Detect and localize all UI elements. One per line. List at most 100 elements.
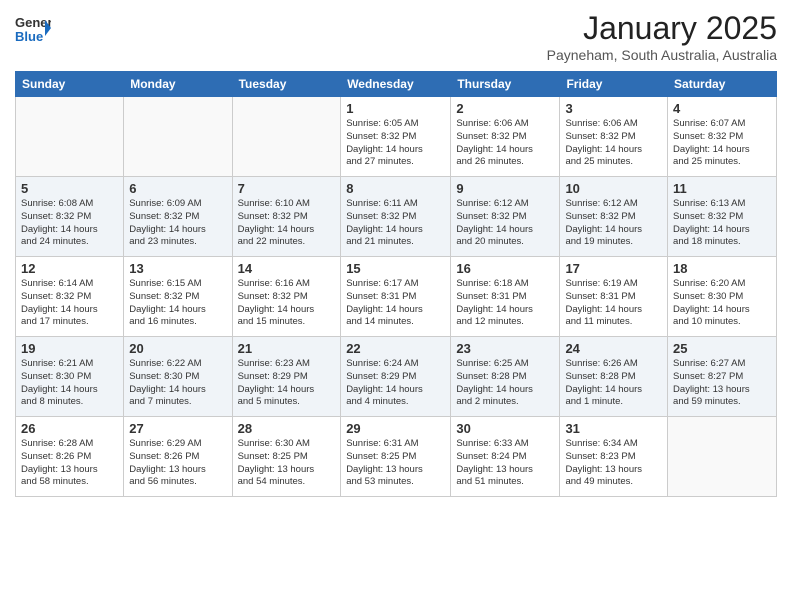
day-info: Sunrise: 6:34 AM Sunset: 8:23 PM Dayligh…	[565, 438, 662, 489]
day-info: Sunrise: 6:31 AM Sunset: 8:25 PM Dayligh…	[346, 438, 445, 489]
subtitle: Payneham, South Australia, Australia	[547, 47, 777, 63]
calendar-cell: 16 Sunrise: 6:18 AM Sunset: 8:31 PM Dayli…	[451, 257, 560, 337]
day-info: Sunrise: 6:14 AM Sunset: 8:32 PM Dayligh…	[21, 278, 118, 329]
calendar-cell: 5Sunrise: 6:08 AM Sunset: 8:32 PM Daylig…	[16, 177, 124, 257]
day-number: 1	[346, 101, 445, 116]
day-number: 2	[456, 101, 554, 116]
day-info: Sunrise: 6:12 AM Sunset: 8:32 PM Dayligh…	[456, 198, 554, 249]
calendar-cell: 1 Sunrise: 6:05 AM Sunset: 8:32 PM Daylig…	[341, 97, 451, 177]
calendar-cell	[232, 97, 341, 177]
calendar-cell: 7 Sunrise: 6:10 AM Sunset: 8:32 PM Daylig…	[232, 177, 341, 257]
calendar-cell: 4 Sunrise: 6:07 AM Sunset: 8:32 PM Daylig…	[668, 97, 777, 177]
calendar-cell: 2 Sunrise: 6:06 AM Sunset: 8:32 PM Daylig…	[451, 97, 560, 177]
day-number: 12	[21, 261, 118, 276]
day-info: Sunrise: 6:26 AM Sunset: 8:28 PM Dayligh…	[565, 358, 662, 409]
day-number: 25	[673, 341, 771, 356]
day-info: Sunrise: 6:12 AM Sunset: 8:32 PM Dayligh…	[565, 198, 662, 249]
day-number: 3	[565, 101, 662, 116]
day-number: 21	[238, 341, 336, 356]
day-info: Sunrise: 6:09 AM Sunset: 8:32 PM Dayligh…	[129, 198, 226, 249]
day-info: Sunrise: 6:10 AM Sunset: 8:32 PM Dayligh…	[238, 198, 336, 249]
day-number: 26	[21, 421, 118, 436]
day-number: 13	[129, 261, 226, 276]
day-number: 16	[456, 261, 554, 276]
day-number: 9	[456, 181, 554, 196]
day-info: Sunrise: 6:11 AM Sunset: 8:32 PM Dayligh…	[346, 198, 445, 249]
day-info: Sunrise: 6:17 AM Sunset: 8:31 PM Dayligh…	[346, 278, 445, 329]
calendar-cell	[668, 417, 777, 497]
day-info: Sunrise: 6:29 AM Sunset: 8:26 PM Dayligh…	[129, 438, 226, 489]
day-number: 17	[565, 261, 662, 276]
day-number: 15	[346, 261, 445, 276]
month-title: January 2025	[547, 10, 777, 47]
day-info: Sunrise: 6:06 AM Sunset: 8:32 PM Dayligh…	[456, 118, 554, 169]
day-number: 22	[346, 341, 445, 356]
calendar-cell: 3 Sunrise: 6:06 AM Sunset: 8:32 PM Daylig…	[560, 97, 668, 177]
day-number: 18	[673, 261, 771, 276]
day-number: 20	[129, 341, 226, 356]
calendar-header-row: Sunday Monday Tuesday Wednesday Thursday…	[16, 72, 777, 97]
calendar-cell: 19Sunrise: 6:21 AM Sunset: 8:30 PM Dayli…	[16, 337, 124, 417]
day-info: Sunrise: 6:05 AM Sunset: 8:32 PM Dayligh…	[346, 118, 445, 169]
calendar-cell: 8 Sunrise: 6:11 AM Sunset: 8:32 PM Daylig…	[341, 177, 451, 257]
day-info: Sunrise: 6:23 AM Sunset: 8:29 PM Dayligh…	[238, 358, 336, 409]
calendar-cell: 28 Sunrise: 6:30 AM Sunset: 8:25 PM Dayli…	[232, 417, 341, 497]
day-number: 29	[346, 421, 445, 436]
calendar-cell: 11 Sunrise: 6:13 AM Sunset: 8:32 PM Dayli…	[668, 177, 777, 257]
day-info: Sunrise: 6:27 AM Sunset: 8:27 PM Dayligh…	[673, 358, 771, 409]
calendar-cell	[124, 97, 232, 177]
day-info: Sunrise: 6:24 AM Sunset: 8:29 PM Dayligh…	[346, 358, 445, 409]
calendar-cell: 27 Sunrise: 6:29 AM Sunset: 8:26 PM Dayli…	[124, 417, 232, 497]
day-number: 28	[238, 421, 336, 436]
page: General Blue January 2025 Payneham, Sout…	[0, 0, 792, 612]
day-number: 8	[346, 181, 445, 196]
calendar-cell: 14Sunrise: 6:16 AM Sunset: 8:32 PM Dayli…	[232, 257, 341, 337]
day-info: Sunrise: 6:30 AM Sunset: 8:25 PM Dayligh…	[238, 438, 336, 489]
calendar-cell: 18Sunrise: 6:20 AM Sunset: 8:30 PM Dayli…	[668, 257, 777, 337]
calendar-cell: 6Sunrise: 6:09 AM Sunset: 8:32 PM Daylig…	[124, 177, 232, 257]
day-info: Sunrise: 6:13 AM Sunset: 8:32 PM Dayligh…	[673, 198, 771, 249]
calendar-cell	[16, 97, 124, 177]
day-info: Sunrise: 6:22 AM Sunset: 8:30 PM Dayligh…	[129, 358, 226, 409]
day-number: 31	[565, 421, 662, 436]
logo: General Blue	[15, 10, 51, 51]
day-info: Sunrise: 6:33 AM Sunset: 8:24 PM Dayligh…	[456, 438, 554, 489]
calendar-cell: 30 Sunrise: 6:33 AM Sunset: 8:24 PM Dayli…	[451, 417, 560, 497]
calendar-cell: 31 Sunrise: 6:34 AM Sunset: 8:23 PM Dayli…	[560, 417, 668, 497]
calendar-cell: 21 Sunrise: 6:23 AM Sunset: 8:29 PM Dayli…	[232, 337, 341, 417]
col-thursday: Thursday	[451, 72, 560, 97]
day-info: Sunrise: 6:06 AM Sunset: 8:32 PM Dayligh…	[565, 118, 662, 169]
calendar-week-row: 1 Sunrise: 6:05 AM Sunset: 8:32 PM Daylig…	[16, 97, 777, 177]
calendar-cell: 25 Sunrise: 6:27 AM Sunset: 8:27 PM Dayli…	[668, 337, 777, 417]
calendar-cell: 15 Sunrise: 6:17 AM Sunset: 8:31 PM Dayli…	[341, 257, 451, 337]
logo-icon: General Blue	[15, 10, 51, 46]
calendar-table: Sunday Monday Tuesday Wednesday Thursday…	[15, 71, 777, 497]
calendar-week-row: 19Sunrise: 6:21 AM Sunset: 8:30 PM Dayli…	[16, 337, 777, 417]
day-number: 23	[456, 341, 554, 356]
day-number: 19	[21, 341, 118, 356]
calendar-week-row: 5Sunrise: 6:08 AM Sunset: 8:32 PM Daylig…	[16, 177, 777, 257]
day-number: 24	[565, 341, 662, 356]
calendar-cell: 26 Sunrise: 6:28 AM Sunset: 8:26 PM Dayli…	[16, 417, 124, 497]
day-number: 10	[565, 181, 662, 196]
day-number: 4	[673, 101, 771, 116]
day-info: Sunrise: 6:18 AM Sunset: 8:31 PM Dayligh…	[456, 278, 554, 329]
day-info: Sunrise: 6:15 AM Sunset: 8:32 PM Dayligh…	[129, 278, 226, 329]
calendar-cell: 17Sunrise: 6:19 AM Sunset: 8:31 PM Dayli…	[560, 257, 668, 337]
col-tuesday: Tuesday	[232, 72, 341, 97]
day-info: Sunrise: 6:28 AM Sunset: 8:26 PM Dayligh…	[21, 438, 118, 489]
day-number: 27	[129, 421, 226, 436]
calendar-cell: 10 Sunrise: 6:12 AM Sunset: 8:32 PM Dayli…	[560, 177, 668, 257]
calendar-cell: 20 Sunrise: 6:22 AM Sunset: 8:30 PM Dayli…	[124, 337, 232, 417]
col-wednesday: Wednesday	[341, 72, 451, 97]
col-monday: Monday	[124, 72, 232, 97]
calendar-cell: 23Sunrise: 6:25 AM Sunset: 8:28 PM Dayli…	[451, 337, 560, 417]
calendar-cell: 24 Sunrise: 6:26 AM Sunset: 8:28 PM Dayli…	[560, 337, 668, 417]
day-number: 14	[238, 261, 336, 276]
title-section: January 2025 Payneham, South Australia, …	[547, 10, 777, 63]
calendar-cell: 29 Sunrise: 6:31 AM Sunset: 8:25 PM Dayli…	[341, 417, 451, 497]
day-number: 30	[456, 421, 554, 436]
day-number: 11	[673, 181, 771, 196]
day-number: 7	[238, 181, 336, 196]
day-info: Sunrise: 6:07 AM Sunset: 8:32 PM Dayligh…	[673, 118, 771, 169]
